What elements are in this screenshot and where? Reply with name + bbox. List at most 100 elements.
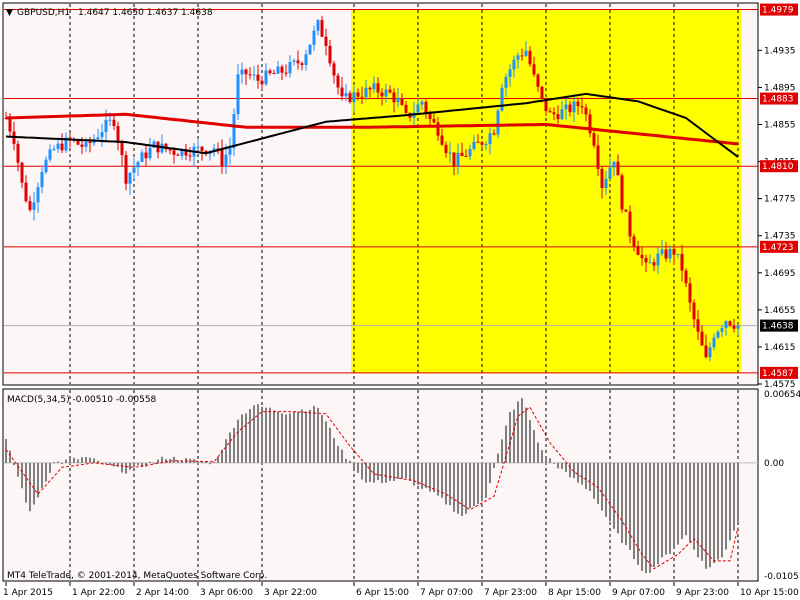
macd-bar: [445, 462, 447, 505]
macd-bar: [489, 462, 491, 484]
macd-bar: [721, 462, 723, 558]
macd-bar: [389, 462, 391, 481]
candle-body: [228, 148, 232, 155]
macd-bar: [65, 459, 67, 463]
macd-bar: [81, 457, 83, 463]
candle-body: [496, 110, 500, 135]
candle-body: [260, 80, 264, 85]
candle-body: [484, 144, 488, 146]
ohlc-readout: 1.4647 1.4650 1.4637 1.4638: [78, 8, 213, 18]
macd-bar: [305, 411, 307, 463]
macd-bar: [625, 462, 627, 545]
level-label: 1.4587: [762, 369, 794, 379]
trading-chart[interactable]: ▼ GBPUSD,H1 1.4647 1.4650 1.4637 1.4638 …: [0, 0, 800, 600]
candle-body: [392, 92, 396, 103]
macd-bar: [581, 462, 583, 485]
macd-bar: [513, 409, 515, 463]
candle-body: [20, 162, 24, 183]
candle-body: [728, 321, 732, 326]
macd-bar: [265, 407, 267, 463]
macd-bar: [261, 406, 263, 463]
macd-bar: [605, 462, 607, 517]
price-tick-label: 1.4775: [764, 195, 796, 205]
candle-body: [384, 89, 388, 97]
macd-bar: [17, 462, 19, 477]
macd-bar: [45, 462, 47, 482]
candle-body: [292, 60, 296, 62]
candle-body: [516, 55, 520, 60]
macd-bar: [473, 462, 475, 507]
candle-body: [468, 149, 472, 157]
candle-body: [16, 143, 20, 163]
macd-bar: [685, 462, 687, 536]
macd-bar: [53, 462, 55, 464]
candle-body: [736, 325, 740, 329]
macd-bar: [353, 462, 355, 470]
macd-bar: [453, 462, 455, 512]
macd-bar: [621, 462, 623, 543]
candle-body: [112, 119, 116, 127]
candle-body: [500, 87, 504, 111]
time-tick-label: 3 Apr 06:00: [200, 588, 253, 598]
price-tick-label: 1.4695: [764, 269, 796, 279]
macd-bar: [357, 462, 359, 473]
candle-body: [420, 101, 424, 105]
candle-body: [236, 74, 240, 114]
macd-bar: [689, 462, 691, 543]
candle-body: [364, 87, 368, 98]
macd-bar: [561, 462, 563, 470]
macd-pane[interactable]: [2, 388, 759, 582]
macd-bar: [613, 462, 615, 529]
macd-bar: [413, 462, 415, 486]
macd-bar: [601, 462, 603, 511]
candle-body: [332, 63, 336, 76]
macd-bar: [417, 462, 419, 485]
macd-bar: [401, 462, 403, 479]
candle-body: [564, 104, 568, 110]
candle-body: [388, 89, 392, 93]
candle-body: [612, 161, 616, 168]
macd-bar: [617, 462, 619, 534]
macd-bar: [121, 462, 123, 473]
level-label: 1.4883: [762, 95, 794, 105]
candle-body: [336, 75, 340, 88]
candle-body: [36, 187, 40, 203]
candle-body: [464, 156, 468, 158]
price-tick-label: 1.4895: [764, 83, 796, 93]
macd-bar: [385, 462, 387, 483]
candle-body: [360, 96, 364, 98]
candle-body: [348, 93, 352, 103]
candle-body: [528, 50, 532, 65]
macd-bar: [713, 462, 715, 563]
current-price-label: 1.4638: [762, 322, 794, 332]
candle-body: [104, 119, 108, 133]
candle-body: [128, 172, 132, 184]
candle-body: [196, 146, 200, 148]
macd-bar: [469, 462, 471, 509]
macd-bar: [365, 462, 367, 483]
macd-tick-label: -0.01051: [764, 572, 800, 582]
macd-bar: [377, 462, 379, 481]
macd-bar: [69, 459, 71, 463]
macd-bar: [233, 427, 235, 463]
symbol-label: GBPUSD,H1: [17, 8, 70, 18]
macd-bar: [629, 462, 631, 550]
macd-bar: [533, 430, 535, 463]
candle-body: [688, 283, 692, 303]
candle-body: [472, 141, 476, 150]
macd-bar: [501, 439, 503, 463]
macd-bar: [669, 462, 671, 554]
chart-dropdown-icon[interactable]: ▼: [6, 8, 13, 18]
copyright-label: MT4 TeleTrade, © 2001-2014, MetaQuotes S…: [7, 571, 267, 581]
macd-bar: [277, 411, 279, 463]
macd-bar: [345, 458, 347, 463]
candle-body: [140, 152, 144, 162]
candle-body: [252, 74, 256, 76]
candle-body: [664, 249, 668, 259]
candle-body: [592, 133, 596, 146]
candle-body: [312, 30, 316, 45]
candle-body: [52, 148, 56, 150]
macd-bar: [325, 421, 327, 463]
candle-body: [268, 70, 272, 74]
candle-body: [476, 141, 480, 143]
